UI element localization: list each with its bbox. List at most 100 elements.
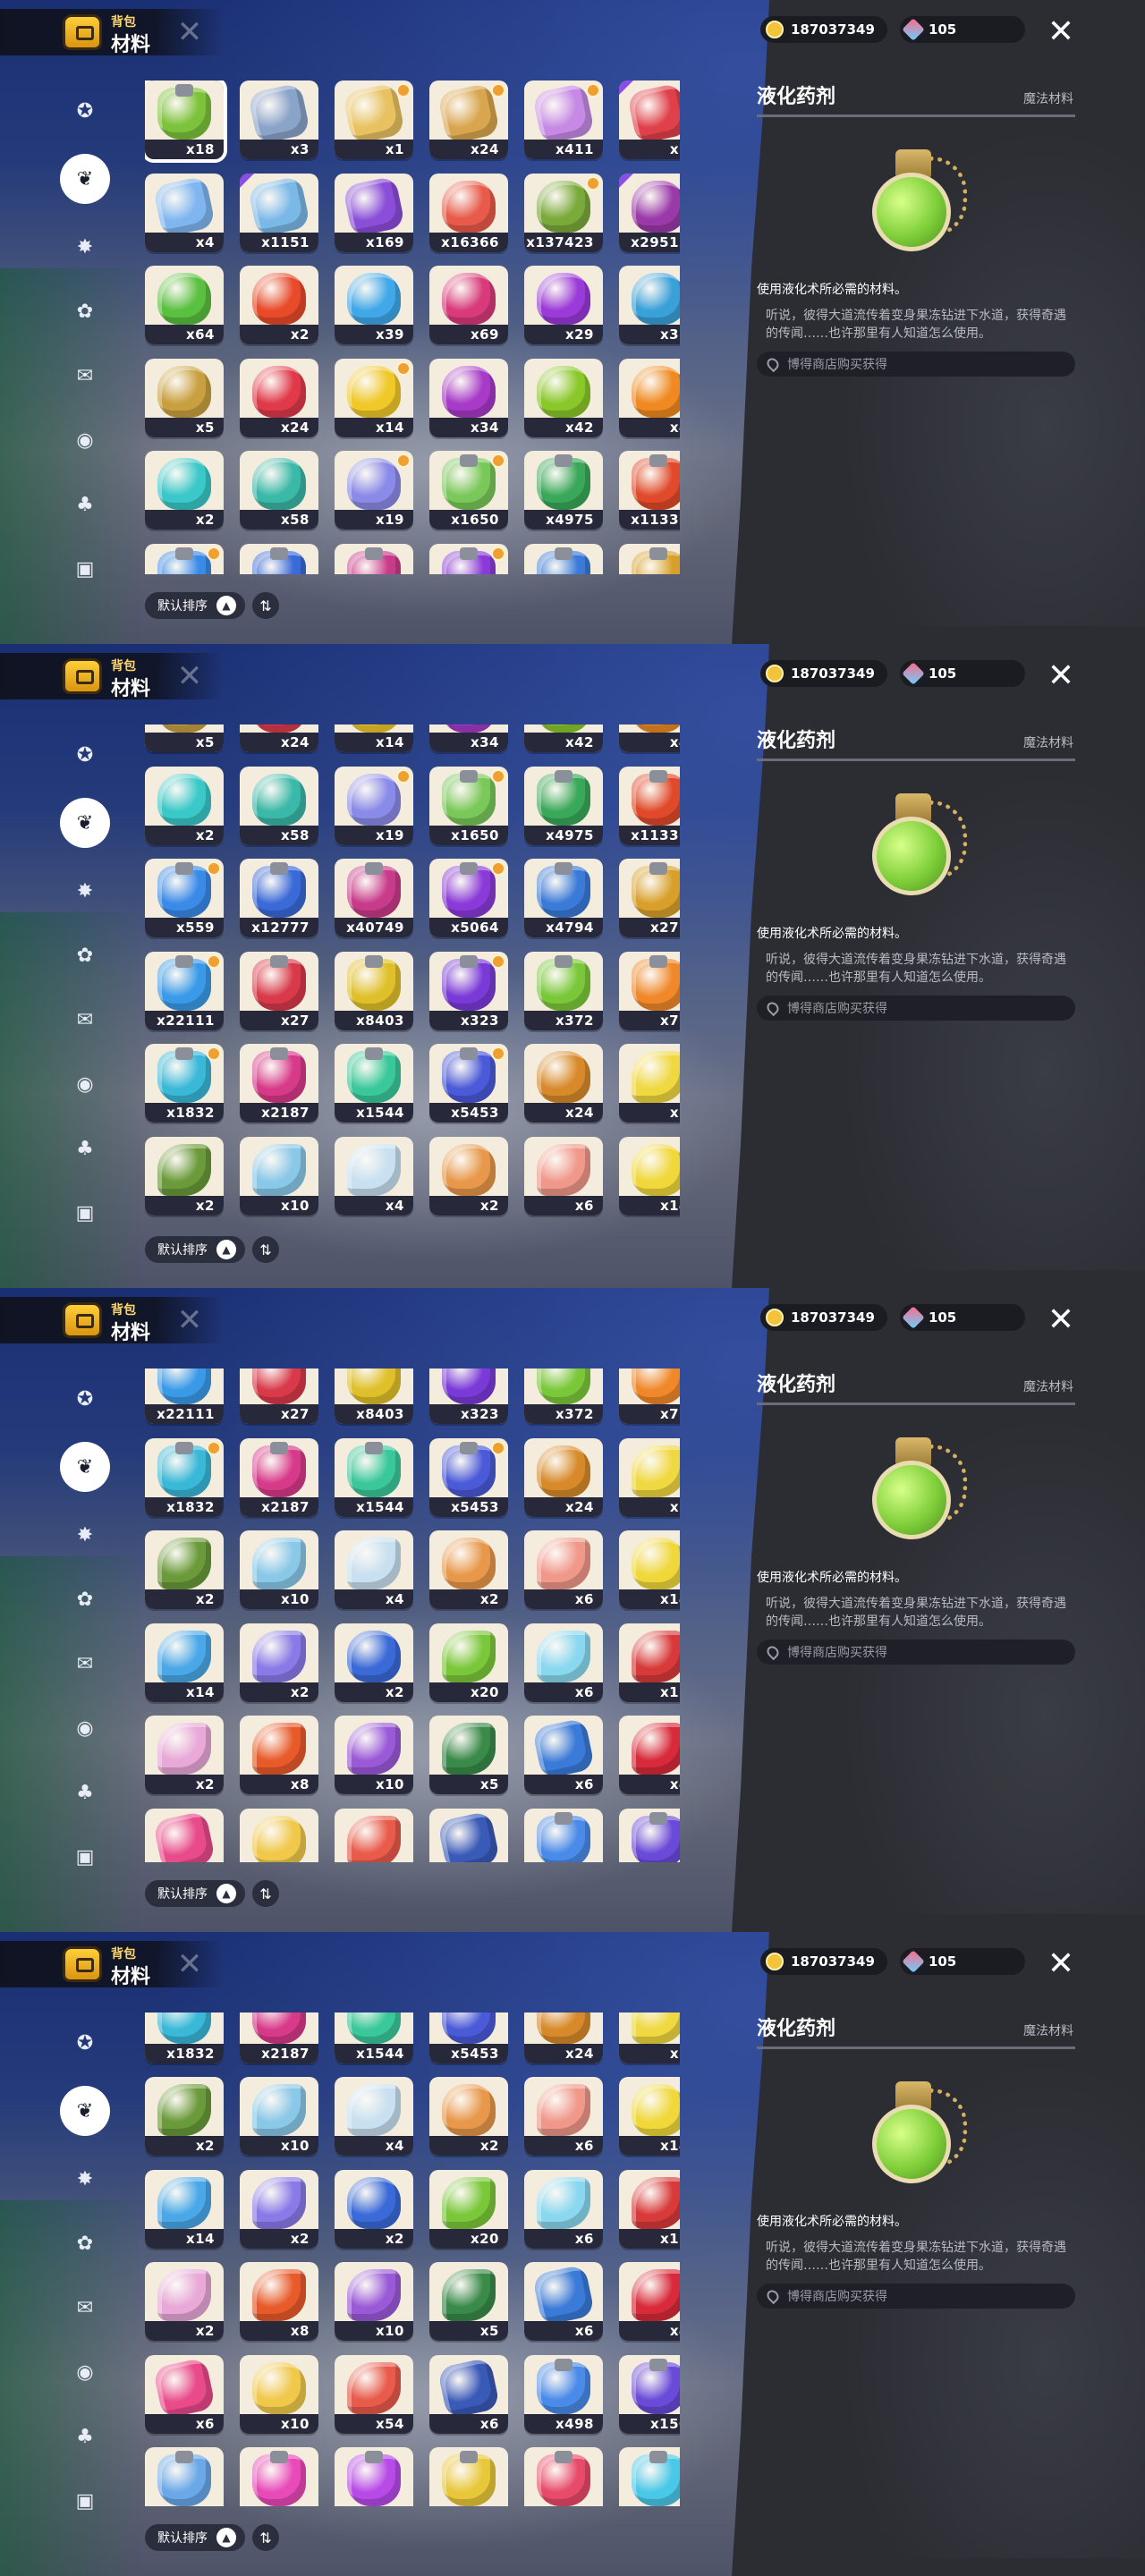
item-slot[interactable]: x498	[524, 2354, 603, 2434]
item-slot[interactable]: x559	[145, 859, 224, 938]
flower-tab-icon[interactable]: ✿	[64, 2222, 106, 2265]
acorn-tab-icon[interactable]: ♣	[64, 1127, 106, 1170]
item-slot[interactable]: x323	[429, 951, 508, 1030]
item-slot[interactable]: x24	[524, 2012, 603, 2063]
item-slot[interactable]: x4794	[524, 859, 603, 938]
item-slot[interactable]: x6	[524, 2262, 603, 2342]
item-slot[interactable]: x16366	[429, 173, 508, 252]
item-slot[interactable]: x4794	[524, 543, 603, 574]
item-slot[interactable]: x6	[524, 1716, 603, 1795]
item-slot[interactable]: x612	[335, 2447, 413, 2506]
item-slot[interactable]: x10	[240, 2077, 318, 2157]
item-slot[interactable]: x58	[240, 766, 318, 845]
item-slot[interactable]: x559	[145, 543, 224, 574]
close-button[interactable]: ✕	[1045, 1304, 1077, 1336]
item-slot[interactable]: x42	[524, 358, 603, 437]
item-slot[interactable]: x1650	[429, 451, 508, 530]
scroll-tab-icon[interactable]: ✉	[64, 998, 106, 1041]
scroll-tab-icon[interactable]: ✉	[64, 1642, 106, 1685]
item-slot[interactable]: x54	[335, 1808, 413, 1862]
item-slot[interactable]: x2	[145, 1716, 224, 1795]
acorn-tab-icon[interactable]: ♣	[64, 2415, 106, 2458]
item-slot[interactable]: x22111	[145, 951, 224, 1030]
item-slot[interactable]: x608	[524, 2447, 603, 2506]
item-slot[interactable]: x4	[619, 1716, 680, 1795]
gear-star-tab-icon[interactable]: ✸	[64, 1513, 106, 1556]
pawn-tab-icon[interactable]: ◉	[64, 1707, 106, 1750]
gear-star-tab-icon[interactable]: ✸	[64, 2157, 106, 2200]
item-slot[interactable]: x19	[335, 766, 413, 845]
gear-star-tab-icon[interactable]: ✸	[64, 225, 106, 268]
item-slot[interactable]: x2	[240, 2169, 318, 2249]
close-button[interactable]: ✕	[1045, 660, 1077, 692]
close-button[interactable]: ✕	[1045, 1948, 1077, 1980]
item-slot[interactable]: x14	[619, 1530, 680, 1610]
item-slot[interactable]: x40749	[335, 543, 413, 574]
item-slot[interactable]: x10	[240, 1808, 318, 1862]
item-slot[interactable]: x8	[240, 1716, 318, 1795]
leaf-tab-icon[interactable]: ❦	[60, 2086, 110, 2136]
item-slot[interactable]: x2187	[240, 2012, 318, 2063]
item-slot[interactable]: x18	[145, 80, 227, 163]
item-slot[interactable]: x1151	[240, 173, 318, 252]
item-slot[interactable]: x753	[240, 2447, 318, 2506]
sort-order-toggle[interactable]: ⇅	[252, 592, 279, 619]
item-slot[interactable]: x10	[240, 1530, 318, 1610]
item-slot[interactable]: x5453	[429, 2012, 508, 2063]
item-slot[interactable]: x1544	[335, 1044, 413, 1123]
item-slot[interactable]: x5453	[429, 1437, 508, 1517]
chest-tab-icon[interactable]: ▣	[64, 1835, 106, 1878]
star-tab-icon[interactable]: ✪	[64, 1377, 106, 1420]
item-slot[interactable]: x6	[145, 2354, 224, 2434]
item-slot[interactable]: x2	[145, 1530, 224, 1610]
item-slot[interactable]: x1832	[145, 2012, 224, 2063]
item-slot[interactable]: x372	[524, 1368, 603, 1425]
pawn-tab-icon[interactable]: ◉	[64, 419, 106, 462]
item-slot[interactable]: x8	[619, 1044, 680, 1123]
item-slot[interactable]: x4	[145, 173, 224, 252]
star-tab-icon[interactable]: ✪	[64, 2021, 106, 2064]
scroll-tab-icon[interactable]: ✉	[64, 2286, 106, 2329]
item-slot[interactable]: x19	[335, 451, 413, 530]
item-slot[interactable]: x12777	[240, 543, 318, 574]
item-slot[interactable]: x40749	[335, 859, 413, 938]
item-slot[interactable]: x7	[619, 80, 680, 159]
leaf-tab-icon[interactable]: ❦	[60, 154, 110, 204]
item-slot[interactable]: x5	[429, 1716, 508, 1795]
gear-star-tab-icon[interactable]: ✸	[64, 869, 106, 912]
item-slot[interactable]: x8	[619, 1437, 680, 1517]
item-slot[interactable]: x24	[240, 358, 318, 437]
item-slot[interactable]: x5	[145, 358, 224, 437]
item-slot[interactable]: x14	[335, 724, 413, 753]
item-slot[interactable]: x14	[145, 2169, 224, 2249]
item-slot[interactable]: x12	[619, 2169, 680, 2249]
item-slot[interactable]: x8	[619, 2012, 680, 2063]
item-grid[interactable]: x18x3x1x24x411x7x4x1151x169x16366x137423…	[145, 1368, 680, 1862]
item-slot[interactable]: x14	[619, 2077, 680, 2157]
item-slot[interactable]: x4975	[524, 766, 603, 845]
item-slot[interactable]: x39	[335, 266, 413, 344]
scroll-tab-icon[interactable]: ✉	[64, 354, 106, 397]
item-slot[interactable]: x1832	[145, 1044, 224, 1123]
leaf-tab-icon[interactable]: ❦	[60, 1442, 110, 1492]
item-slot[interactable]: x35	[619, 266, 680, 344]
item-slot[interactable]: x4	[335, 1530, 413, 1610]
sort-order-toggle[interactable]: ⇅	[252, 1880, 279, 1907]
item-slot[interactable]: x4	[619, 358, 680, 437]
item-slot[interactable]: x2	[240, 1623, 318, 1702]
item-slot[interactable]: x5453	[429, 1044, 508, 1123]
sort-dropdown[interactable]: 默认排序 ▲	[145, 592, 245, 619]
item-slot[interactable]: x5	[429, 2262, 508, 2342]
item-slot[interactable]: x6	[429, 1808, 508, 1862]
item-slot[interactable]: x6	[145, 1808, 224, 1862]
item-slot[interactable]: x5064	[429, 543, 508, 574]
item-slot[interactable]: x372	[524, 951, 603, 1030]
item-slot[interactable]: x1832	[145, 1437, 224, 1517]
item-slot[interactable]: x6	[429, 2354, 508, 2434]
item-slot[interactable]: x2	[335, 2169, 413, 2249]
item-slot[interactable]: x4	[335, 2077, 413, 2157]
item-slot[interactable]: x29512	[619, 173, 680, 252]
item-slot[interactable]: x6	[524, 1623, 603, 1702]
item-slot[interactable]: x20	[429, 2169, 508, 2249]
item-slot[interactable]: x24	[429, 80, 508, 159]
